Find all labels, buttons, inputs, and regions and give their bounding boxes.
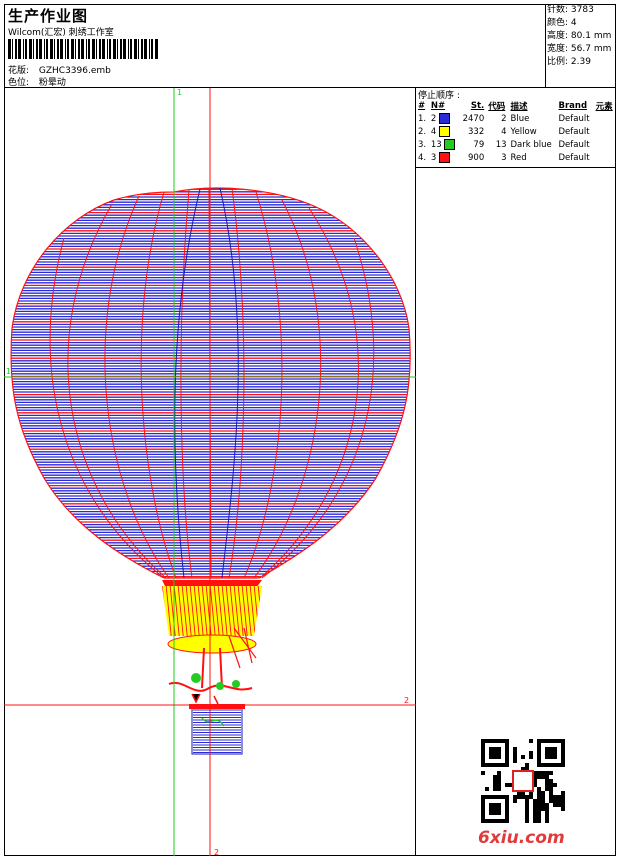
row-code: 13 <box>495 139 507 150</box>
stat-stitches: 针数: 3783 <box>547 4 611 17</box>
row-description: Red <box>510 152 527 163</box>
row-index: 3. <box>418 139 427 150</box>
row-index: 2. <box>418 126 427 137</box>
color-position: 粉晕动 <box>38 78 66 88</box>
page-title: 生产作业图 <box>8 7 89 25</box>
row-brand: Default <box>558 152 590 163</box>
row-code: 2 <box>501 113 507 124</box>
row-element <box>594 125 616 138</box>
row-brand: Default <box>558 126 590 137</box>
balloon-gondola <box>189 704 245 755</box>
row-code: 3 <box>501 152 507 163</box>
row-code: 4 <box>501 126 507 137</box>
row-index: 1. <box>418 113 427 124</box>
table-row: 3. 13 79 13 Dark blue Default <box>416 138 616 151</box>
row-element <box>594 138 616 151</box>
row-stitches: 2470 <box>462 113 485 124</box>
color-swatch <box>444 139 456 150</box>
scale-label: 比例: <box>547 57 569 67</box>
stitches-value: 3783 <box>570 5 594 15</box>
color-label: 色位: <box>8 78 30 88</box>
row-needle: 4 <box>429 125 459 138</box>
axis-h1-label: 1 <box>6 367 11 376</box>
design-stats: 针数: 3783 颜色: 4 高度: 80.1 mm 宽度: 56.7 mm 比… <box>547 4 611 69</box>
row-needle: 13 <box>429 138 459 151</box>
header-info: 生产作业图 Wilcom(汇宏) 刺绣工作室 花版: GZHC3396.emb … <box>4 4 546 88</box>
color-swatch <box>438 152 450 163</box>
colors-label: 颜色: <box>547 18 569 28</box>
row-index: 4. <box>418 152 427 163</box>
table-divider <box>416 167 616 168</box>
col-n: N# <box>430 101 446 111</box>
scale-value: 2.39 <box>570 57 591 67</box>
colors-value: 4 <box>570 18 577 28</box>
color-swatch <box>438 113 450 124</box>
height-value: 80.1 mm <box>570 31 612 41</box>
stat-scale: 比例: 2.39 <box>547 56 611 69</box>
needle-number: 3 <box>430 153 437 163</box>
watermark-logo: 6xiu.com <box>478 828 565 848</box>
stop-sequence-table: # N# St. 代码 描述 Brand 元素 1. 2 2470 2 Blue Def… <box>416 100 616 164</box>
row-stitches: 332 <box>468 126 485 137</box>
axis-v2-label: 2 <box>214 848 219 856</box>
width-label: 宽度: <box>547 44 569 54</box>
stat-width: 宽度: 56.7 mm <box>547 43 611 56</box>
height-label: 高度: <box>547 31 569 41</box>
table-row: 2. 4 332 4 Yellow Default <box>416 125 616 138</box>
design-canvas[interactable]: 1 1 2 2 <box>4 88 416 857</box>
needle-number: 13 <box>430 140 442 150</box>
embroidery-preview: 1 1 2 2 <box>4 88 416 857</box>
stitches-label: 针数: <box>547 5 569 15</box>
company-name: Wilcom(汇宏) 刺绣工作室 <box>8 28 114 38</box>
color-swatch <box>438 126 450 137</box>
table-header-row: # N# St. 代码 描述 Brand 元素 <box>416 100 616 112</box>
row-brand: Default <box>558 113 590 124</box>
table-row: 1. 2 2470 2 Blue Default <box>416 112 616 125</box>
width-value: 56.7 mm <box>570 44 612 54</box>
row-needle: 3 <box>429 151 459 164</box>
row-description: Blue <box>510 113 530 124</box>
row-description: Dark blue <box>510 139 552 150</box>
row-brand: Default <box>558 139 590 150</box>
barcode <box>8 39 158 59</box>
needle-number: 4 <box>430 127 437 137</box>
col-element: 元素 <box>595 102 613 112</box>
axis-v1-label: 1 <box>177 88 182 97</box>
col-brand: Brand <box>558 101 588 111</box>
stat-colors: 颜色: 4 <box>547 17 611 30</box>
needle-number: 2 <box>430 114 437 124</box>
axis-h2-label: 2 <box>404 696 409 705</box>
qr-code <box>481 739 565 823</box>
col-desc: 描述 <box>510 102 528 112</box>
color-position-row: 色位: 粉晕动 <box>8 75 66 88</box>
table-row: 4. 3 900 3 Red Default <box>416 151 616 164</box>
col-code: 代码 <box>488 102 506 112</box>
col-index: # <box>418 101 426 111</box>
row-element <box>594 112 616 125</box>
row-stitches: 900 <box>468 152 485 163</box>
stat-height: 高度: 80.1 mm <box>547 30 611 43</box>
balloon-basket <box>162 580 262 705</box>
row-needle: 2 <box>429 112 459 125</box>
col-st: St. <box>470 101 485 111</box>
row-description: Yellow <box>510 126 537 137</box>
header: 生产作业图 Wilcom(汇宏) 刺绣工作室 花版: GZHC3396.emb … <box>4 4 616 88</box>
row-stitches: 79 <box>473 139 485 150</box>
row-element <box>594 151 616 164</box>
